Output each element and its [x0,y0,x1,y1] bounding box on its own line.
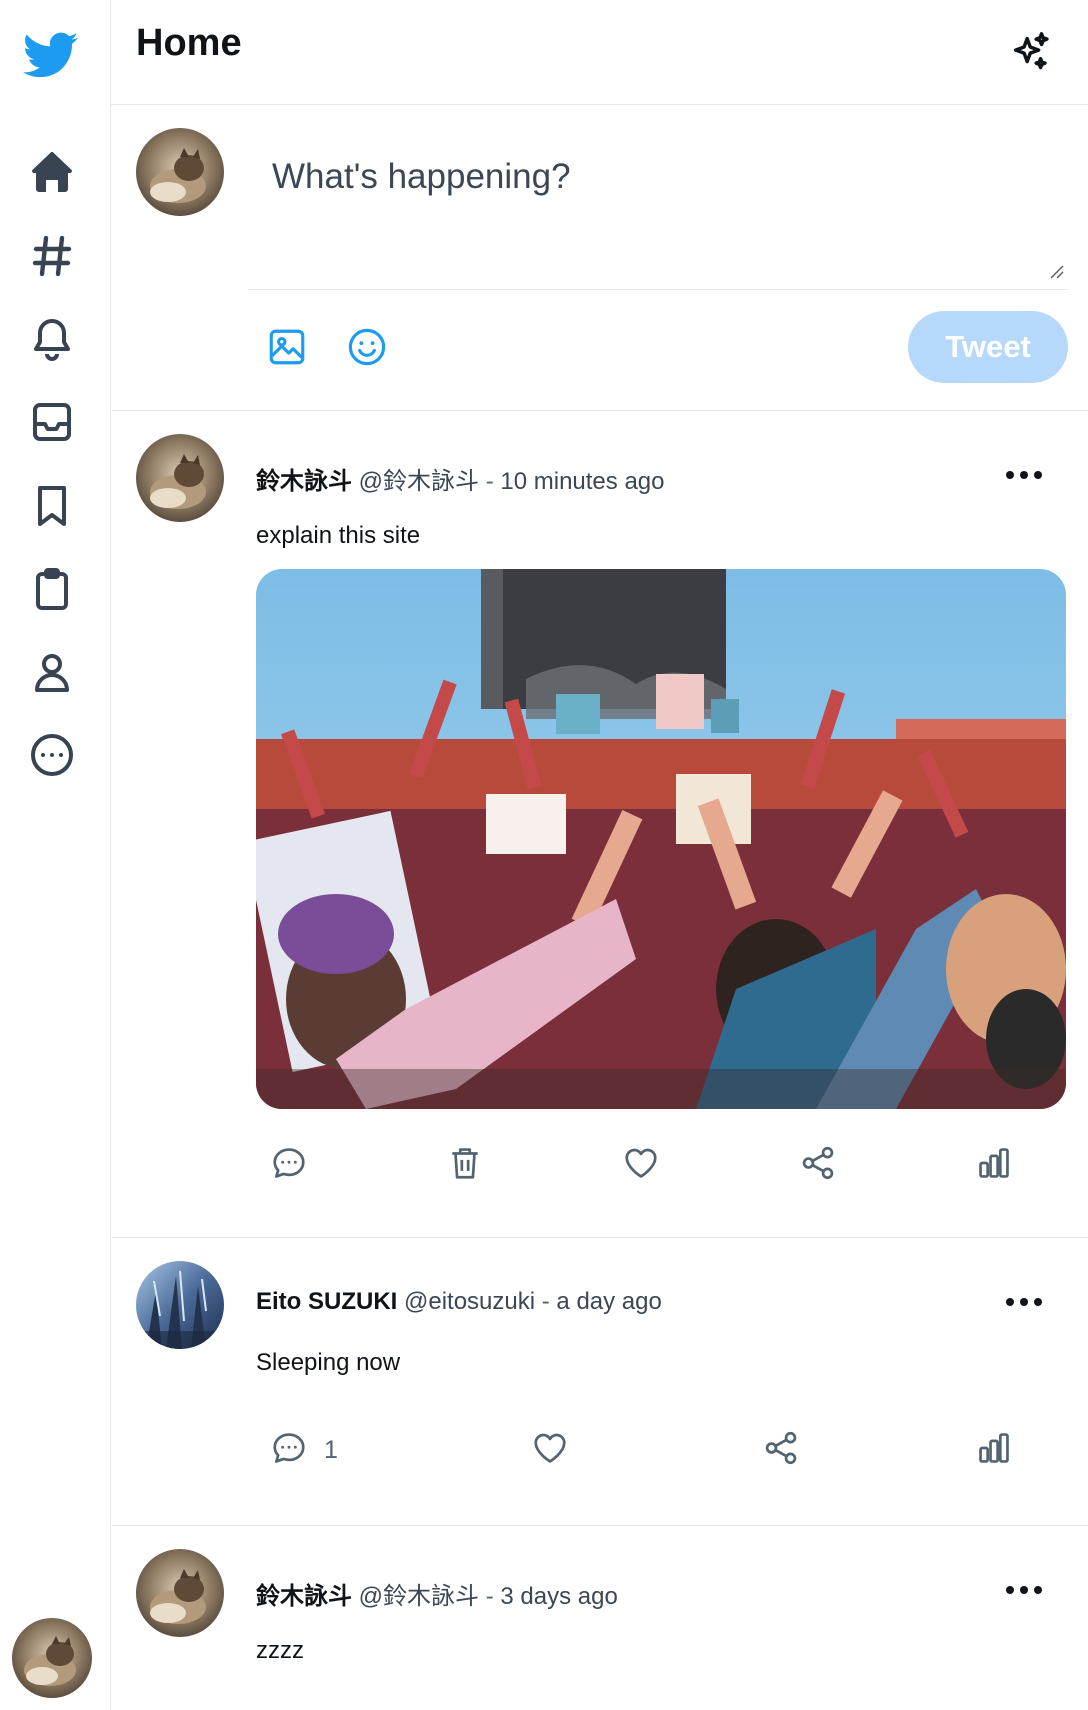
separator: - [479,1583,501,1610]
composer-textarea[interactable]: What's happening? [248,125,1068,290]
tweet-header: 鈴木詠斗 @鈴木詠斗 - 3 days ago [256,1576,618,1611]
separator: - [479,468,501,495]
main-column: Home What's happening? Tweet 鈴木詠斗 @鈴木詠斗 … [111,0,1088,1710]
tweet-time: 3 days ago [500,1583,618,1610]
like-button[interactable] [622,1144,660,1187]
more-options-icon[interactable] [1001,1287,1047,1317]
composer-placeholder: What's happening? [272,157,571,196]
user-icon[interactable] [26,646,78,698]
image-upload-icon[interactable] [263,323,311,371]
reply-button[interactable] [270,1144,308,1187]
tweet-time: a day ago [556,1288,662,1315]
heart-icon [531,1429,569,1472]
analytics-button[interactable] [975,1429,1013,1472]
tweet-time: 10 minutes ago [500,468,665,495]
tweet-author-handle[interactable]: @鈴木詠斗 [359,1583,479,1610]
analytics-button[interactable] [975,1144,1013,1187]
tweet-text: zzzz [256,1637,304,1664]
twitter-logo-icon[interactable] [22,27,79,83]
clipboard-icon[interactable] [26,563,78,615]
tweet-header: 鈴木詠斗 @鈴木詠斗 - 10 minutes ago [256,461,664,496]
home-icon[interactable] [26,146,78,198]
account-avatar[interactable] [12,1618,92,1698]
share-button[interactable] [799,1144,837,1187]
analytics-icon [975,1144,1013,1187]
emoji-icon[interactable] [343,323,391,371]
tweet-avatar[interactable] [136,1261,224,1349]
page-title: Home [136,22,242,64]
composer-avatar [136,128,224,216]
inbox-icon[interactable] [26,396,78,448]
sparkle-icon[interactable] [1008,29,1054,75]
reply-button[interactable]: 1 [270,1429,338,1472]
tweet[interactable]: 鈴木詠斗 @鈴木詠斗 - 3 days ago zzzz [111,1526,1088,1710]
reply-icon [270,1144,308,1187]
more-circle-icon[interactable] [26,729,78,781]
like-button[interactable] [531,1429,569,1472]
more-options-icon[interactable] [1001,1575,1047,1605]
bookmark-icon[interactable] [26,480,78,532]
bell-icon[interactable] [26,313,78,365]
trash-icon [446,1144,484,1187]
tweet-text: Sleeping now [256,1349,401,1376]
tweet-image[interactable] [256,569,1066,1109]
tweet-author-name[interactable]: Eito SUZUKI [256,1288,397,1315]
header: Home [111,0,1088,105]
tweet-author-handle[interactable]: @鈴木詠斗 [359,468,479,495]
tweet[interactable]: 鈴木詠斗 @鈴木詠斗 - 10 minutes ago explain this… [111,411,1088,1238]
hashtag-icon[interactable] [26,230,78,282]
more-options-icon[interactable] [1001,460,1047,490]
tweet-author-name[interactable]: 鈴木詠斗 [256,468,352,495]
tweet-avatar[interactable] [136,1549,224,1637]
analytics-icon [975,1429,1013,1472]
tweet-button[interactable]: Tweet [908,311,1068,383]
tweet[interactable]: Eito SUZUKI @eitosuzuki - a day ago Slee… [111,1238,1088,1526]
reply-icon [270,1429,308,1472]
tweet-text: explain this site [256,522,421,549]
tweet-composer: What's happening? Tweet [111,105,1088,411]
resize-handle-icon[interactable] [1048,263,1064,279]
tweet-avatar[interactable] [136,434,224,522]
share-icon [799,1144,837,1187]
reply-count: 1 [324,1436,338,1464]
tweet-header: Eito SUZUKI @eitosuzuki - a day ago [256,1288,662,1316]
tweet-author-handle[interactable]: @eitosuzuki [404,1288,535,1315]
delete-button[interactable] [446,1144,484,1187]
sidebar [0,0,111,1710]
share-icon [762,1429,800,1472]
share-button[interactable] [762,1429,800,1472]
tweet-author-name[interactable]: 鈴木詠斗 [256,1583,352,1610]
separator: - [535,1288,557,1315]
heart-icon [622,1144,660,1187]
